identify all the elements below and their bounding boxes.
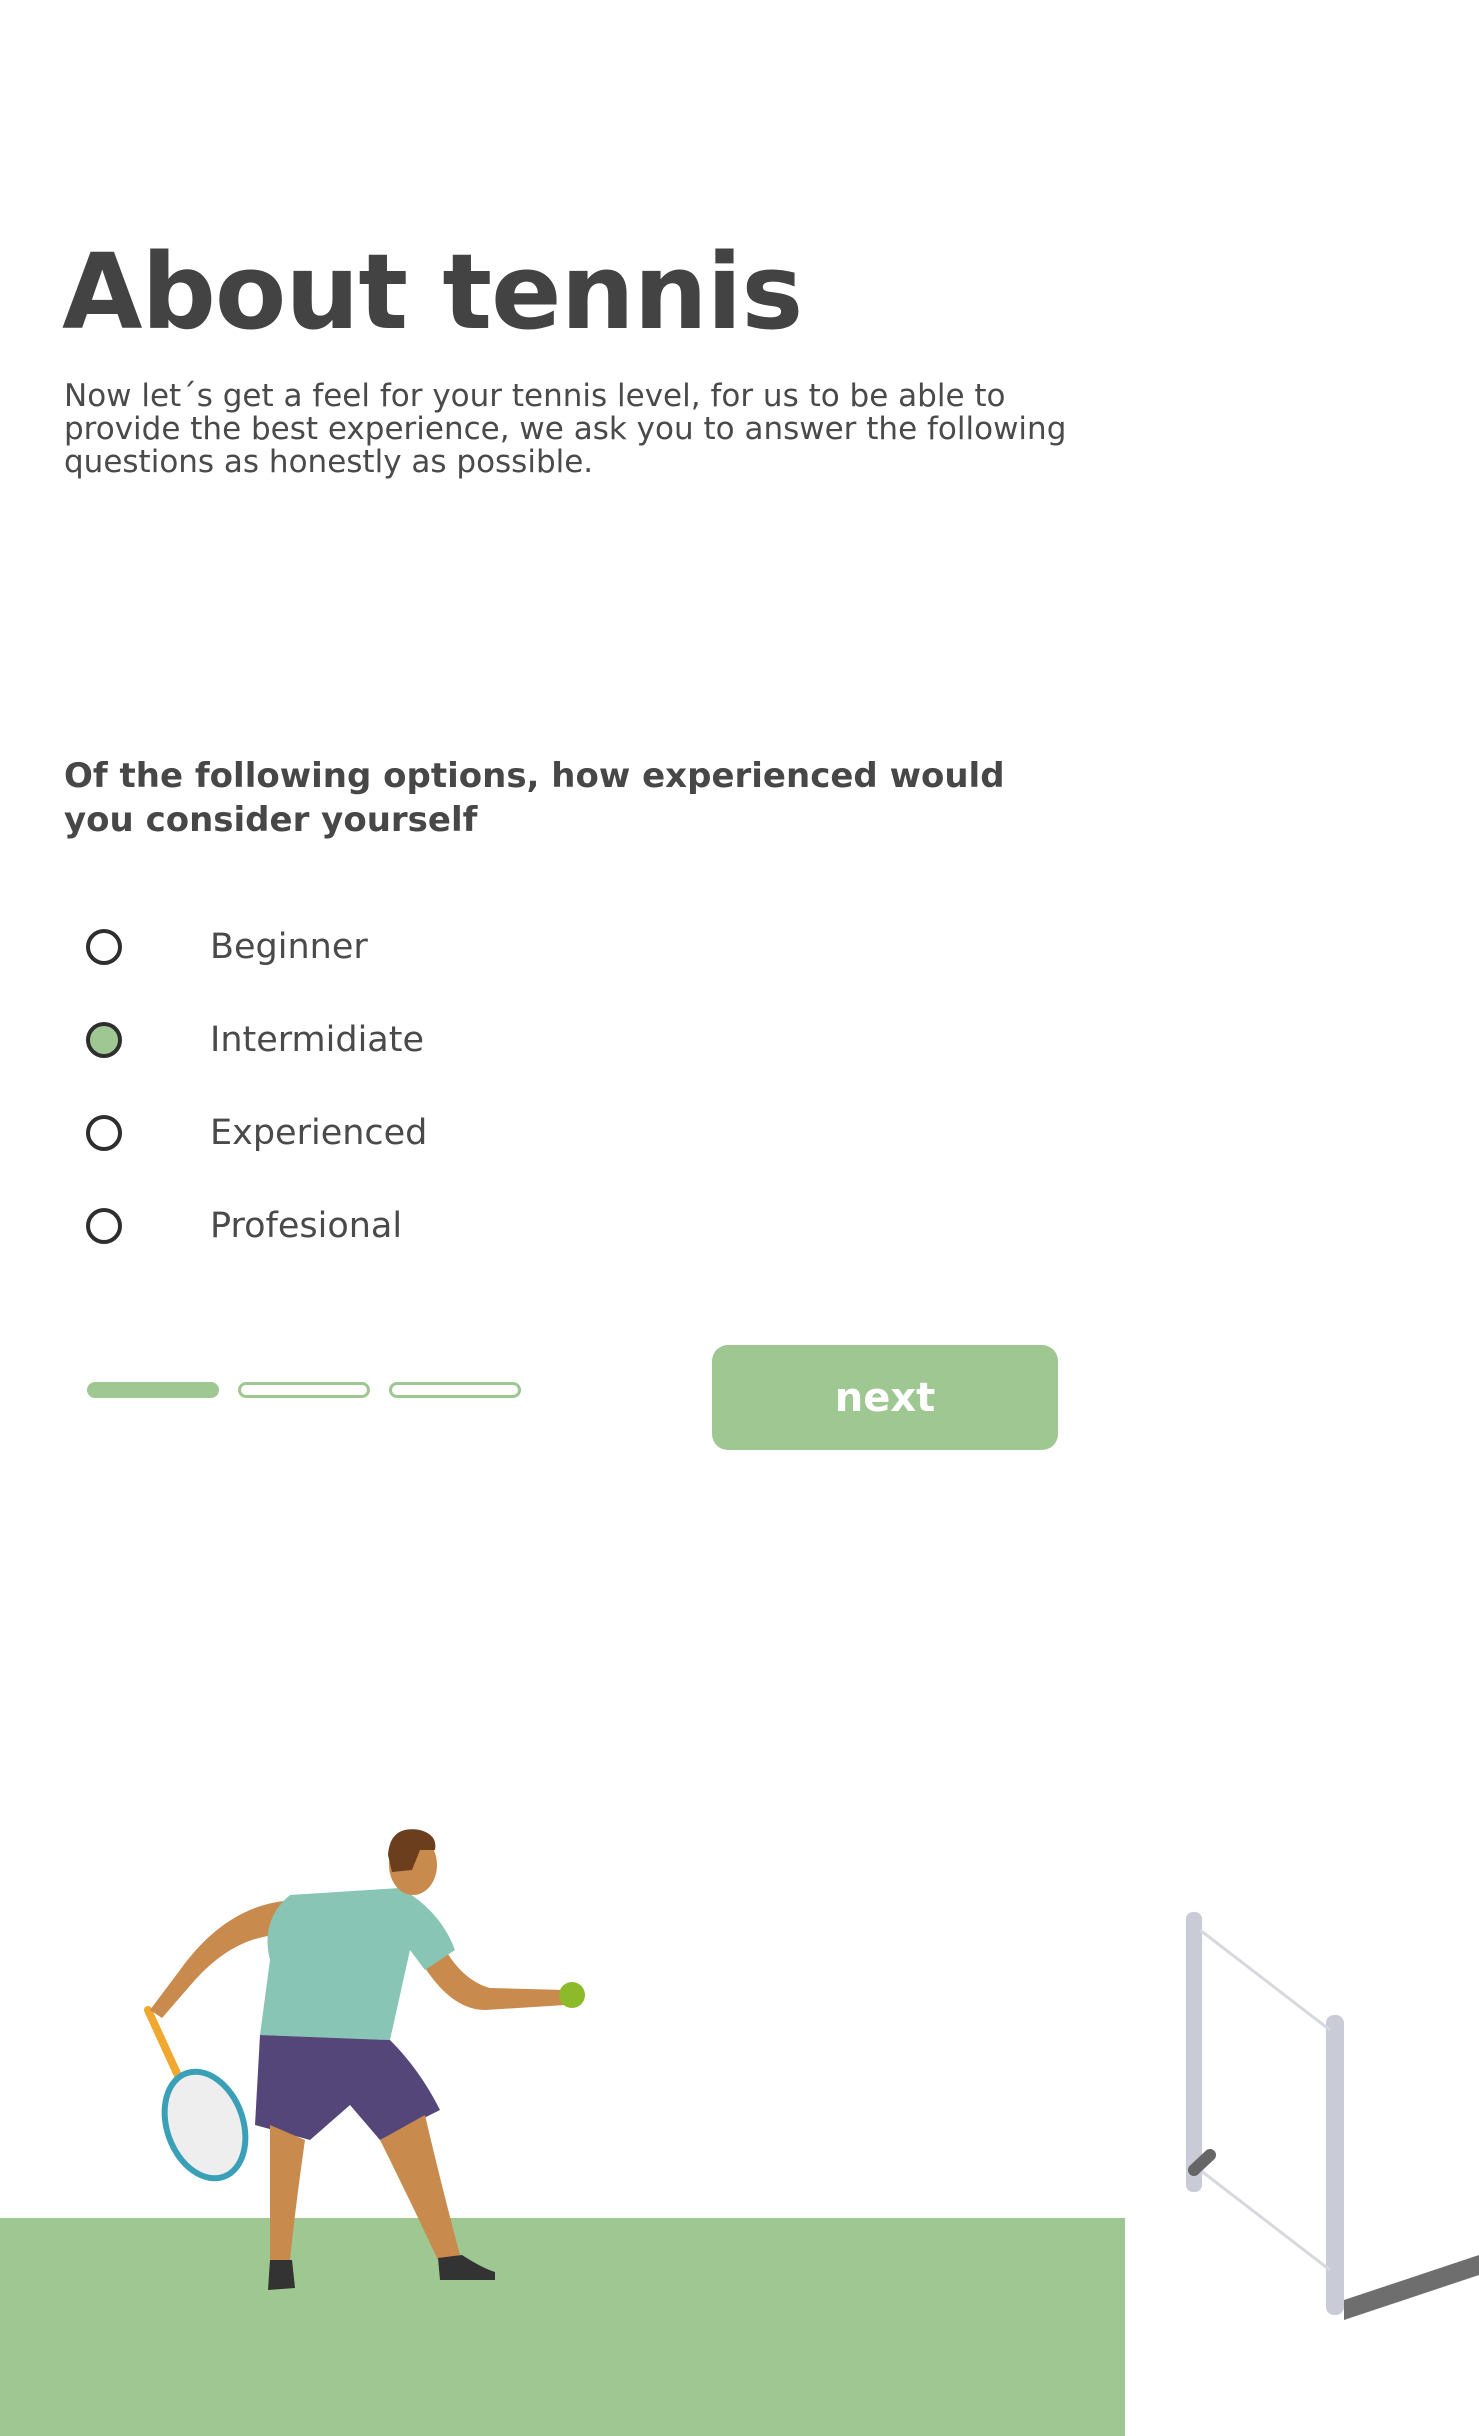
tennis-ball-icon	[559, 1982, 585, 2008]
experience-options: Beginner Intermidiate Experienced Profes…	[84, 900, 784, 1272]
progress-step-3	[389, 1382, 521, 1398]
progress-step-1	[87, 1382, 219, 1398]
option-label: Intermidiate	[210, 1019, 424, 1060]
page-title: About tennis	[62, 231, 803, 353]
option-experienced[interactable]: Experienced	[84, 1086, 784, 1179]
option-label: Experienced	[210, 1112, 428, 1153]
tennis-net-illustration	[1186, 1912, 1479, 2320]
tennis-player-illustration	[144, 1829, 585, 2290]
intro-text: Now let´s get a feel for your tennis lev…	[64, 378, 1067, 480]
radio-experienced[interactable]	[86, 1114, 122, 1151]
progress-step-2	[238, 1382, 370, 1398]
next-button[interactable]: next	[712, 1345, 1058, 1450]
option-beginner[interactable]: Beginner	[84, 900, 784, 993]
radio-profesional[interactable]	[86, 1207, 122, 1244]
step-progress	[87, 1382, 540, 1398]
radio-beginner[interactable]	[86, 928, 122, 965]
option-intermidiate[interactable]: Intermidiate	[84, 993, 784, 1086]
radio-intermidiate[interactable]	[86, 1021, 122, 1058]
question-text: Of the following options, how experience…	[64, 756, 1005, 840]
option-profesional[interactable]: Profesional	[84, 1179, 784, 1272]
option-label: Profesional	[210, 1205, 403, 1246]
tennis-racket-icon	[144, 2006, 249, 2182]
option-label: Beginner	[210, 926, 368, 967]
